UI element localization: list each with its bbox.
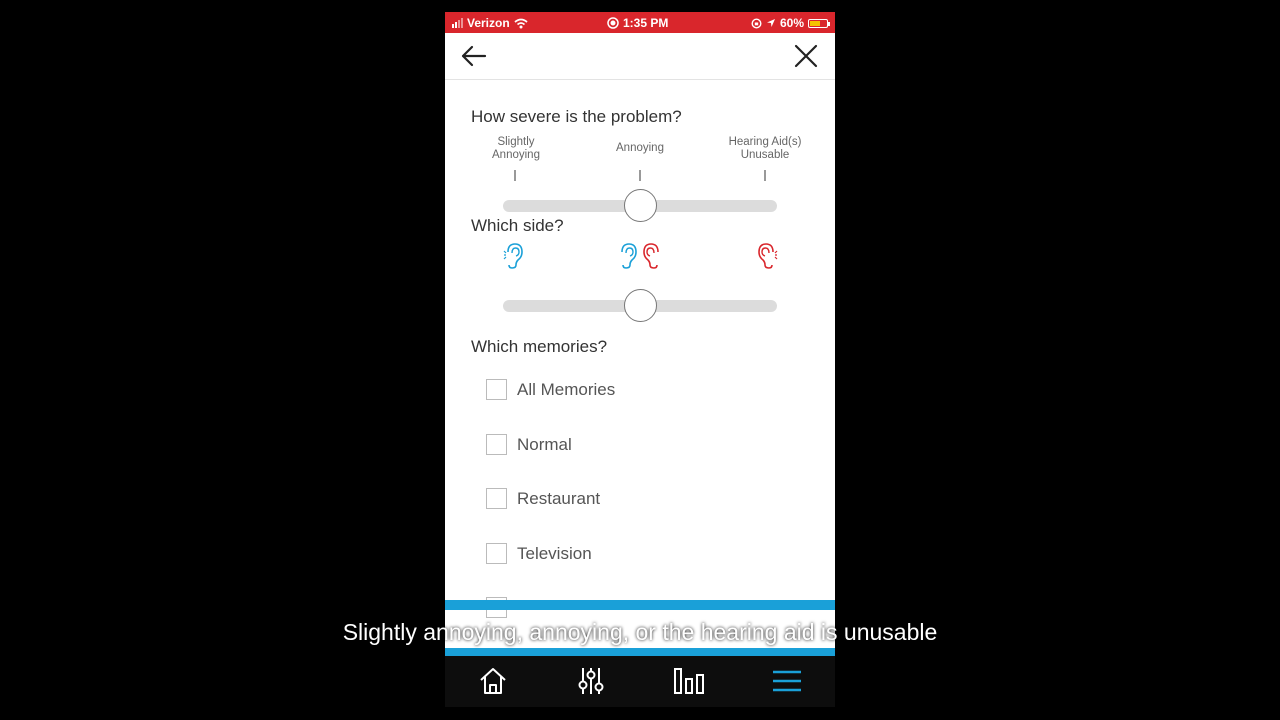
sliders-icon (578, 668, 604, 694)
tab-bar (445, 656, 835, 707)
left-ear-icon (503, 243, 523, 269)
severity-label-unusable: Hearing Aid(s) Unusable (728, 136, 802, 161)
checkbox[interactable] (486, 488, 507, 509)
bar-chart-icon (674, 668, 704, 694)
tab-home[interactable] (476, 665, 510, 697)
signal-icon (452, 18, 463, 28)
report-form: How severe is the problem? Slightly Annoy… (445, 80, 835, 618)
nav-bar (445, 33, 835, 80)
back-button[interactable] (459, 41, 489, 71)
right-ear-icon (643, 243, 659, 269)
severity-slider-thumb[interactable] (623, 189, 657, 222)
back-arrow-icon (461, 45, 487, 67)
battery-percent: 60% (779, 16, 804, 30)
recording-icon (607, 17, 619, 29)
accent-bar (445, 600, 835, 610)
memory-option-all[interactable]: All Memories (486, 379, 615, 400)
status-bar: Verizon 1:35 PM 60% (445, 12, 835, 33)
left-ear-icon (621, 243, 637, 269)
close-icon (794, 44, 818, 68)
orientation-lock-icon (751, 17, 762, 29)
severity-tick (764, 170, 766, 181)
home-icon (480, 668, 506, 694)
memory-option-television[interactable]: Television (486, 543, 592, 564)
wifi-icon (514, 18, 528, 28)
accent-bar (445, 648, 835, 656)
tab-stats[interactable] (672, 665, 706, 697)
tab-adjust[interactable] (574, 665, 608, 697)
memory-option-normal[interactable]: Normal (486, 434, 572, 455)
checkbox[interactable] (486, 379, 507, 400)
side-question: Which side? (471, 216, 564, 235)
video-caption: Slightly annoying, annoying, or the hear… (342, 619, 938, 645)
memories-question: Which memories? (471, 337, 608, 356)
side-slider-thumb[interactable] (623, 289, 657, 322)
severity-tick (639, 170, 641, 181)
severity-question: How severe is the problem? (471, 107, 682, 126)
phone-screen: Verizon 1:35 PM 60% How severe is the pr… (445, 12, 835, 707)
right-ear-icon (758, 243, 778, 269)
time-label: 1:35 PM (623, 16, 669, 30)
battery-icon (808, 18, 830, 28)
location-icon (766, 19, 775, 27)
checkbox[interactable] (486, 434, 507, 455)
memory-option-restaurant[interactable]: Restaurant (486, 488, 600, 509)
menu-icon (773, 670, 801, 692)
severity-tick (514, 170, 516, 181)
close-button[interactable] (791, 41, 821, 71)
tab-menu[interactable] (770, 665, 804, 697)
carrier-label: Verizon (467, 16, 510, 30)
severity-label-slight: Slightly Annoying (492, 136, 540, 161)
severity-label-annoying: Annoying (616, 142, 664, 154)
checkbox[interactable] (486, 543, 507, 564)
